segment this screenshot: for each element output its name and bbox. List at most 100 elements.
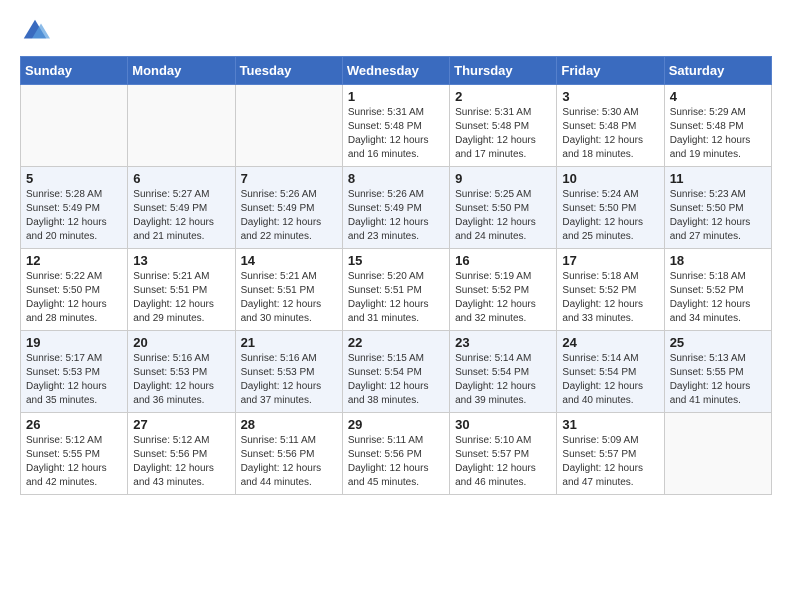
day-number: 5: [26, 171, 122, 186]
day-header-saturday: Saturday: [664, 57, 771, 85]
calendar-cell: 28Sunrise: 5:11 AM Sunset: 5:56 PM Dayli…: [235, 413, 342, 495]
calendar-cell: 14Sunrise: 5:21 AM Sunset: 5:51 PM Dayli…: [235, 249, 342, 331]
day-info: Sunrise: 5:25 AM Sunset: 5:50 PM Dayligh…: [455, 188, 551, 244]
day-number: 21: [241, 335, 337, 350]
day-number: 16: [455, 253, 551, 268]
day-info: Sunrise: 5:10 AM Sunset: 5:57 PM Dayligh…: [455, 434, 551, 490]
day-number: 2: [455, 89, 551, 104]
calendar-cell: 4 Sunrise: 5:29 AM Sunset: 5:48 PM Daylig…: [664, 85, 771, 167]
day-header-sunday: Sunday: [21, 57, 128, 85]
calendar-cell: 7Sunrise: 5:26 AM Sunset: 5:49 PM Daylig…: [235, 167, 342, 249]
calendar-cell: 12 Sunrise: 5:22 AM Sunset: 5:50 PM Dayli…: [21, 249, 128, 331]
day-number: 13: [133, 253, 229, 268]
day-header-tuesday: Tuesday: [235, 57, 342, 85]
day-info: Sunrise: 5:28 AM Sunset: 5:49 PM Dayligh…: [26, 188, 122, 244]
logo: [20, 16, 54, 46]
calendar-cell: 17 Sunrise: 5:18 AM Sunset: 5:52 PM Dayli…: [557, 249, 664, 331]
calendar-cell: 27 Sunrise: 5:12 AM Sunset: 5:56 PM Dayli…: [128, 413, 235, 495]
day-info: Sunrise: 5:16 AM Sunset: 5:53 PM Dayligh…: [241, 352, 337, 408]
day-info: Sunrise: 5:11 AM Sunset: 5:56 PM Dayligh…: [348, 434, 444, 490]
day-number: 27: [133, 417, 229, 432]
day-info: Sunrise: 5:18 AM Sunset: 5:52 PM Dayligh…: [562, 270, 658, 326]
calendar-cell: 15 Sunrise: 5:20 AM Sunset: 5:51 PM Dayli…: [342, 249, 449, 331]
day-info: Sunrise: 5:19 AM Sunset: 5:52 PM Dayligh…: [455, 270, 551, 326]
day-number: 7: [241, 171, 337, 186]
day-number: 18: [670, 253, 766, 268]
day-info: Sunrise: 5:12 AM Sunset: 5:56 PM Dayligh…: [133, 434, 229, 490]
day-info: Sunrise: 5:23 AM Sunset: 5:50 PM Dayligh…: [670, 188, 766, 244]
day-info: Sunrise: 5:17 AM Sunset: 5:53 PM Dayligh…: [26, 352, 122, 408]
day-number: 6: [133, 171, 229, 186]
day-number: 12: [26, 253, 122, 268]
calendar-cell: 22 Sunrise: 5:15 AM Sunset: 5:54 PM Dayli…: [342, 331, 449, 413]
day-number: 30: [455, 417, 551, 432]
calendar-cell: 6Sunrise: 5:27 AM Sunset: 5:49 PM Daylig…: [128, 167, 235, 249]
calendar-cell: 29 Sunrise: 5:11 AM Sunset: 5:56 PM Dayli…: [342, 413, 449, 495]
calendar-week-5: 26Sunrise: 5:12 AM Sunset: 5:55 PM Dayli…: [21, 413, 772, 495]
calendar-cell: 25Sunrise: 5:13 AM Sunset: 5:55 PM Dayli…: [664, 331, 771, 413]
day-number: 22: [348, 335, 444, 350]
day-number: 23: [455, 335, 551, 350]
calendar-cell: 9Sunrise: 5:25 AM Sunset: 5:50 PM Daylig…: [450, 167, 557, 249]
calendar-cell: [128, 85, 235, 167]
day-info: Sunrise: 5:29 AM Sunset: 5:48 PM Dayligh…: [670, 106, 766, 162]
day-info: Sunrise: 5:22 AM Sunset: 5:50 PM Dayligh…: [26, 270, 122, 326]
day-number: 3: [562, 89, 658, 104]
day-info: Sunrise: 5:21 AM Sunset: 5:51 PM Dayligh…: [133, 270, 229, 326]
day-info: Sunrise: 5:09 AM Sunset: 5:57 PM Dayligh…: [562, 434, 658, 490]
day-header-wednesday: Wednesday: [342, 57, 449, 85]
calendar-cell: 20 Sunrise: 5:16 AM Sunset: 5:53 PM Dayli…: [128, 331, 235, 413]
day-number: 4: [670, 89, 766, 104]
calendar-cell: 26Sunrise: 5:12 AM Sunset: 5:55 PM Dayli…: [21, 413, 128, 495]
day-info: Sunrise: 5:31 AM Sunset: 5:48 PM Dayligh…: [455, 106, 551, 162]
day-number: 28: [241, 417, 337, 432]
page-header: [20, 16, 772, 46]
day-number: 17: [562, 253, 658, 268]
calendar-cell: 11 Sunrise: 5:23 AM Sunset: 5:50 PM Dayli…: [664, 167, 771, 249]
calendar-cell: 21 Sunrise: 5:16 AM Sunset: 5:53 PM Dayli…: [235, 331, 342, 413]
calendar-cell: 13 Sunrise: 5:21 AM Sunset: 5:51 PM Dayli…: [128, 249, 235, 331]
day-number: 14: [241, 253, 337, 268]
day-header-thursday: Thursday: [450, 57, 557, 85]
day-info: Sunrise: 5:12 AM Sunset: 5:55 PM Dayligh…: [26, 434, 122, 490]
day-info: Sunrise: 5:26 AM Sunset: 5:49 PM Dayligh…: [348, 188, 444, 244]
day-number: 15: [348, 253, 444, 268]
calendar-cell: 5 Sunrise: 5:28 AM Sunset: 5:49 PM Daylig…: [21, 167, 128, 249]
day-info: Sunrise: 5:31 AM Sunset: 5:48 PM Dayligh…: [348, 106, 444, 162]
calendar-cell: 23Sunrise: 5:14 AM Sunset: 5:54 PM Dayli…: [450, 331, 557, 413]
day-info: Sunrise: 5:15 AM Sunset: 5:54 PM Dayligh…: [348, 352, 444, 408]
day-number: 19: [26, 335, 122, 350]
day-info: Sunrise: 5:30 AM Sunset: 5:48 PM Dayligh…: [562, 106, 658, 162]
day-info: Sunrise: 5:20 AM Sunset: 5:51 PM Dayligh…: [348, 270, 444, 326]
day-number: 29: [348, 417, 444, 432]
calendar-week-4: 19 Sunrise: 5:17 AM Sunset: 5:53 PM Dayli…: [21, 331, 772, 413]
calendar-week-2: 5 Sunrise: 5:28 AM Sunset: 5:49 PM Daylig…: [21, 167, 772, 249]
day-info: Sunrise: 5:14 AM Sunset: 5:54 PM Dayligh…: [562, 352, 658, 408]
day-info: Sunrise: 5:24 AM Sunset: 5:50 PM Dayligh…: [562, 188, 658, 244]
calendar-cell: 30 Sunrise: 5:10 AM Sunset: 5:57 PM Dayli…: [450, 413, 557, 495]
day-header-friday: Friday: [557, 57, 664, 85]
logo-icon: [20, 16, 50, 46]
calendar-cell: 24 Sunrise: 5:14 AM Sunset: 5:54 PM Dayli…: [557, 331, 664, 413]
calendar-week-3: 12 Sunrise: 5:22 AM Sunset: 5:50 PM Dayli…: [21, 249, 772, 331]
day-number: 8: [348, 171, 444, 186]
calendar-week-1: 1 Sunrise: 5:31 AM Sunset: 5:48 PM Daylig…: [21, 85, 772, 167]
day-info: Sunrise: 5:16 AM Sunset: 5:53 PM Dayligh…: [133, 352, 229, 408]
calendar-cell: [21, 85, 128, 167]
day-header-monday: Monday: [128, 57, 235, 85]
calendar-cell: 10 Sunrise: 5:24 AM Sunset: 5:50 PM Dayli…: [557, 167, 664, 249]
calendar-cell: 19 Sunrise: 5:17 AM Sunset: 5:53 PM Dayli…: [21, 331, 128, 413]
calendar-cell: 2 Sunrise: 5:31 AM Sunset: 5:48 PM Daylig…: [450, 85, 557, 167]
day-number: 20: [133, 335, 229, 350]
calendar-cell: 1 Sunrise: 5:31 AM Sunset: 5:48 PM Daylig…: [342, 85, 449, 167]
calendar-cell: 3 Sunrise: 5:30 AM Sunset: 5:48 PM Daylig…: [557, 85, 664, 167]
calendar-table: SundayMondayTuesdayWednesdayThursdayFrid…: [20, 56, 772, 495]
calendar-cell: 8 Sunrise: 5:26 AM Sunset: 5:49 PM Daylig…: [342, 167, 449, 249]
calendar-cell: 31Sunrise: 5:09 AM Sunset: 5:57 PM Dayli…: [557, 413, 664, 495]
day-number: 1: [348, 89, 444, 104]
day-number: 11: [670, 171, 766, 186]
day-number: 24: [562, 335, 658, 350]
day-number: 25: [670, 335, 766, 350]
calendar-cell: [235, 85, 342, 167]
day-number: 10: [562, 171, 658, 186]
